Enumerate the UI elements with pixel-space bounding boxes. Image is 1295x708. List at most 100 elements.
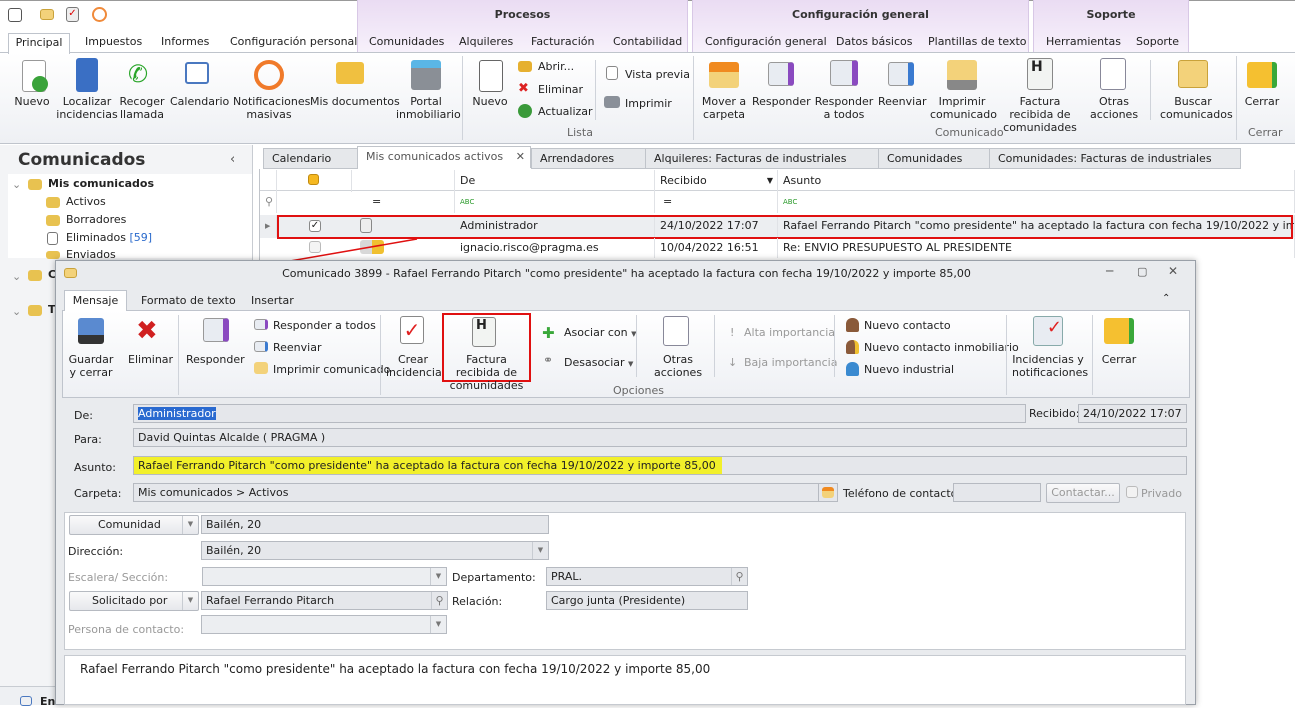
factura-recibida-button[interactable]: Factura recibida de comunidades [444, 353, 529, 392]
tab-mensaje[interactable]: Mensaje [64, 290, 127, 311]
vista-previa-button[interactable]: Vista previa [625, 68, 690, 81]
notificaciones-masivas-button[interactable]: Notificaciones masivas [233, 95, 310, 121]
escalera-select[interactable]: ▼ [202, 567, 447, 586]
cerrar-button[interactable]: Cerrar [1099, 353, 1139, 366]
carpeta-field[interactable]: Mis comunicados > Activos [133, 483, 838, 502]
de-field[interactable]: Administrador [133, 404, 1026, 423]
para-field[interactable]: David Quintas Alcalde ( PRAGMA ) [133, 428, 1187, 447]
nuevo-contacto-button[interactable]: Nuevo contacto [864, 319, 951, 332]
nuevo-contacto-inmobiliario-button[interactable]: Nuevo contacto inmobiliario [864, 341, 1019, 354]
actualizar-button[interactable]: Actualizar [538, 105, 593, 118]
calendario-button[interactable]: Calendario [170, 95, 229, 108]
close-window-icon[interactable]: ✕ [1168, 264, 1178, 278]
tab-principal[interactable]: Principal [8, 33, 70, 54]
header-de[interactable]: De [455, 170, 655, 192]
choose-folder-button[interactable] [818, 483, 838, 502]
tree-enviados[interactable]: Enviados [66, 248, 116, 259]
comunidad-selector-button[interactable]: Comunidad ▼ [69, 515, 199, 535]
doc-tab-mis-comunicados-activos[interactable]: Mis comunicados activos ✕ [357, 146, 531, 168]
nuevo-industrial-button[interactable]: Nuevo industrial [864, 363, 954, 376]
guardar-cerrar-button[interactable]: Guardar y cerrar [66, 353, 116, 379]
reenviar-button[interactable]: Reenviar [878, 95, 927, 108]
filter-de[interactable]: ABC [455, 191, 655, 213]
otras-acciones-button[interactable]: Otras acciones [648, 353, 708, 379]
header-recibido[interactable]: Recibido ▼ [655, 170, 778, 192]
imprimir-comunicado-button[interactable]: Imprimir comunicado [273, 363, 390, 376]
direccion-select[interactable]: Bailén, 20 ▼ [201, 541, 549, 560]
tab-impuestos[interactable]: Impuestos [85, 33, 142, 53]
tree-mis-comunicados[interactable]: Mis comunicados [48, 177, 154, 190]
tab-plantillas[interactable]: Plantillas de texto [928, 33, 1027, 53]
expand-icon[interactable]: ⌄ [12, 270, 21, 283]
responder-todos-button[interactable]: Responder a todos [814, 95, 874, 121]
doc-tab-calendario[interactable]: Calendario [263, 148, 358, 169]
header-asunto[interactable]: Asunto [778, 170, 1295, 192]
eliminar-button[interactable]: Eliminar [538, 83, 583, 96]
crear-incidencia-button[interactable]: Crear incidencia [386, 353, 442, 379]
localizar-incidencias-button[interactable]: Localizar incidencias [56, 95, 118, 121]
mail-icon[interactable] [40, 9, 54, 20]
tab-facturacion[interactable]: Facturación [531, 33, 594, 53]
expand-icon[interactable]: ⌄ [12, 178, 21, 191]
tab-informes[interactable]: Informes [161, 33, 209, 53]
doc-tab-arrendadores[interactable]: Arrendadores [531, 148, 646, 169]
tab-insertar[interactable]: Insertar [251, 294, 294, 307]
lista-nuevo-button[interactable]: Nuevo [470, 95, 510, 108]
tab-alquileres[interactable]: Alquileres [459, 33, 513, 53]
telefono-field[interactable] [953, 483, 1041, 502]
header-flag[interactable] [277, 170, 352, 192]
incidencias-notificaciones-button[interactable]: Incidencias y notificaciones [1012, 353, 1088, 379]
nuevo-button[interactable]: Nuevo [12, 95, 52, 108]
tab-configuracion-personal[interactable]: Configuración personal [230, 33, 357, 53]
tree-eliminados[interactable]: Eliminados [59] [66, 231, 152, 244]
doc-tab-comunidades[interactable]: Comunidades [878, 148, 990, 169]
tab-datos-basicos[interactable]: Datos básicos [836, 33, 913, 53]
tab-formato-texto[interactable]: Formato de texto [141, 294, 236, 307]
search-icon[interactable]: ⚲ [731, 568, 747, 585]
asunto-field[interactable]: Rafael Ferrando Pitarch "como presidente… [133, 456, 1187, 475]
mis-documentos-button[interactable]: Mis documentos [310, 95, 400, 108]
asociar-con-button[interactable]: Asociar con ▼ [564, 326, 637, 341]
tab-configuracion-general[interactable]: Configuración general [705, 33, 827, 53]
buscar-comunicados-button[interactable]: Buscar comunicados [1160, 95, 1233, 121]
collapse-sidebar-icon[interactable]: ‹ [230, 152, 235, 167]
responder-button[interactable]: Responder [752, 95, 811, 108]
filter-asunto[interactable]: ABC [778, 191, 1295, 213]
tasks-icon[interactable]: ✓ [66, 7, 79, 22]
app-menu-icon[interactable] [8, 8, 22, 22]
abrir-button[interactable]: Abrir... [538, 60, 574, 73]
responder-todos-button[interactable]: Responder a todos [273, 319, 376, 332]
collapse-ribbon-icon[interactable]: ⌃ [1162, 293, 1170, 304]
comunidad-field[interactable]: Bailén, 20 [201, 515, 549, 534]
expand-icon[interactable]: ⌄ [12, 305, 21, 318]
tree-borradores[interactable]: Borradores [66, 213, 126, 226]
baja-importancia-button[interactable]: Baja importancia [744, 356, 837, 369]
message-body[interactable]: Rafael Ferrando Pitarch "como presidente… [64, 655, 1186, 705]
solicitado-field[interactable]: Rafael Ferrando Pitarch ⚲ [201, 591, 448, 610]
alta-importancia-button[interactable]: Alta importancia [744, 326, 835, 339]
portal-inmobiliario-button[interactable]: Portal inmobiliario [396, 95, 461, 121]
departamento-field[interactable]: PRAL. ⚲ [546, 567, 748, 586]
reenviar-button[interactable]: Reenviar [273, 341, 322, 354]
maximize-icon[interactable]: ▢ [1137, 265, 1147, 278]
contactar-button[interactable]: Contactar... [1046, 483, 1120, 503]
filter-icon-eq[interactable]: = [352, 191, 455, 213]
desasociar-button[interactable]: Desasociar ▼ [564, 356, 633, 371]
tab-contabilidad[interactable]: Contabilidad [613, 33, 682, 53]
header-icon[interactable] [352, 170, 455, 192]
notifications-icon[interactable] [92, 7, 107, 22]
recoger-llamada-button[interactable]: Recoger llamada [118, 95, 166, 121]
responder-button[interactable]: Responder [186, 353, 245, 366]
tree-activos[interactable]: Activos [66, 195, 106, 208]
persona-contacto-select[interactable]: ▼ [201, 615, 447, 634]
privado-checkbox[interactable] [1126, 486, 1138, 498]
doc-tab-comunidades-facturas[interactable]: Comunidades: Facturas de industriales [989, 148, 1241, 169]
mover-carpeta-button[interactable]: Mover a carpeta [700, 95, 748, 121]
close-tab-icon[interactable]: ✕ [516, 147, 525, 167]
imprimir-button[interactable]: Imprimir [625, 97, 672, 110]
tab-comunidades[interactable]: Comunidades [369, 33, 444, 53]
cerrar-button[interactable]: Cerrar [1242, 95, 1282, 108]
minimize-icon[interactable]: ─ [1106, 264, 1113, 278]
tab-herramientas[interactable]: Herramientas [1046, 33, 1121, 53]
eliminar-button[interactable]: Eliminar [128, 353, 173, 366]
